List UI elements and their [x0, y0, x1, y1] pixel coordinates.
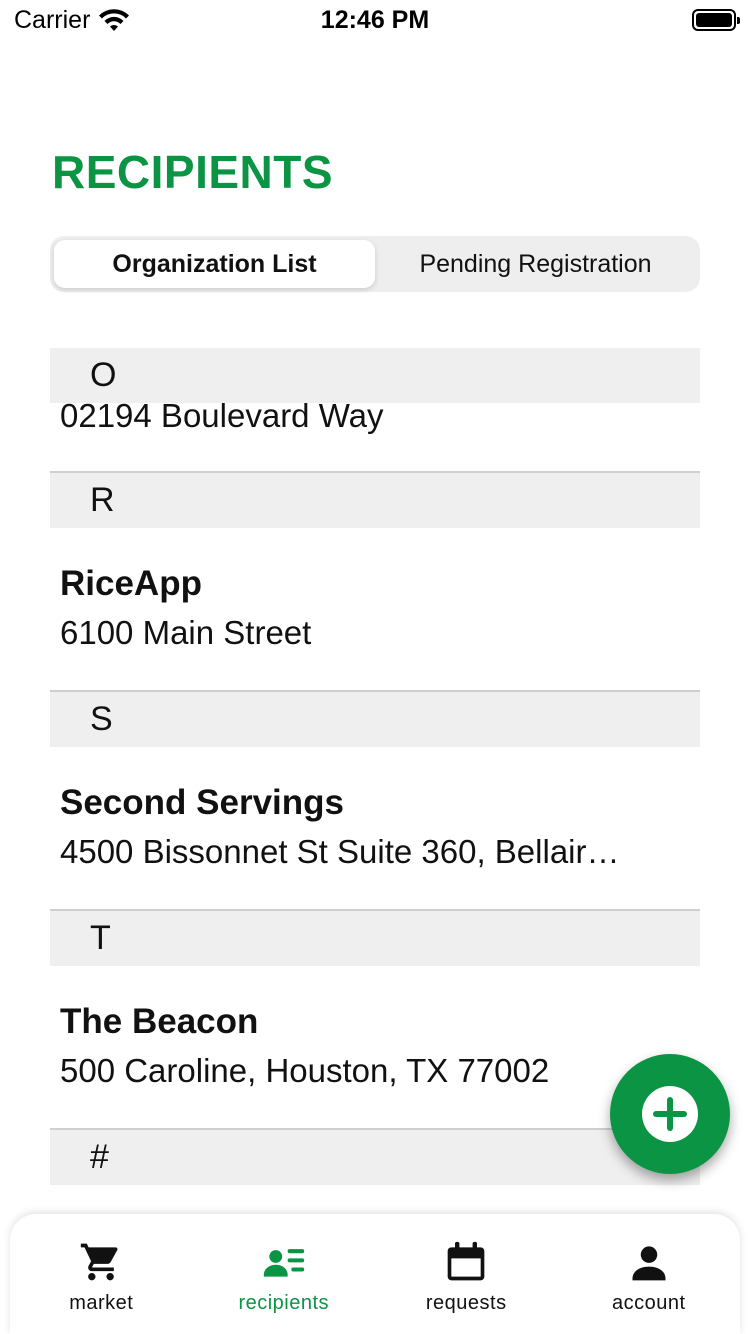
contacts-icon [263, 1249, 304, 1277]
tab-account[interactable]: account [558, 1214, 741, 1334]
screen: Carrier 12:46 PM RECIPIENTS Organization… [0, 0, 750, 1334]
section-letter: S [90, 700, 113, 738]
list-item[interactable]: 02194 Boulevard Way [50, 397, 700, 473]
list-item[interactable]: The Beacon 500 Caroline, Houston, TX 770… [50, 966, 700, 1130]
tab-label: requests [425, 1292, 507, 1314]
person-icon [632, 1246, 666, 1281]
clock: 12:46 PM [320, 6, 430, 34]
list-item[interactable]: RiceApp 6100 Main Street [50, 528, 700, 692]
segmented-control: Organization List Pending Registration [50, 236, 700, 292]
tab-recipients[interactable]: recipients [193, 1214, 376, 1334]
tab-market[interactable]: market [10, 1214, 193, 1334]
tab-pending-registration[interactable]: Pending Registration [375, 240, 696, 288]
status-bar: Carrier 12:46 PM [0, 0, 750, 40]
section-letter: O [90, 356, 117, 394]
battery-icon [692, 9, 740, 31]
list-item-name: Second Servings [60, 783, 344, 822]
list-item-name: The Beacon [60, 1002, 259, 1041]
cart-icon [81, 1243, 118, 1281]
section-header-r: R [50, 473, 700, 528]
list-item[interactable]: Second Servings 4500 Bissonnet St Suite … [50, 747, 700, 911]
tab-label: recipients [238, 1292, 330, 1314]
list-item-address: 6100 Main Street [60, 614, 312, 651]
section-letter: # [90, 1138, 109, 1176]
list-item-address: 500 Caroline, Houston, TX 77002 [60, 1052, 550, 1089]
tab-label: market [69, 1292, 134, 1314]
section-letter: T [90, 919, 111, 957]
recipients-list: O 02194 Boulevard Way R RiceApp 6100 Mai… [50, 348, 700, 1185]
page-title: RECIPIENTS [52, 146, 334, 198]
plus-icon [642, 1086, 698, 1142]
calendar-icon [447, 1241, 485, 1281]
section-header-hash: # [50, 1130, 700, 1185]
tab-organization-list[interactable]: Organization List [54, 240, 375, 288]
list-item-address: 4500 Bissonnet St Suite 360, Bellair… [60, 833, 620, 870]
add-recipient-button[interactable] [610, 1054, 730, 1174]
tab-requests[interactable]: requests [375, 1214, 558, 1334]
list-item-address: 02194 Boulevard Way [60, 397, 384, 434]
tab-label: account [611, 1292, 686, 1314]
tab-bar: market recipients requests account [10, 1214, 740, 1334]
section-header-s: S [50, 692, 700, 747]
section-letter: R [90, 481, 115, 519]
list-item-name: RiceApp [60, 564, 202, 603]
section-header-t: T [50, 911, 700, 966]
